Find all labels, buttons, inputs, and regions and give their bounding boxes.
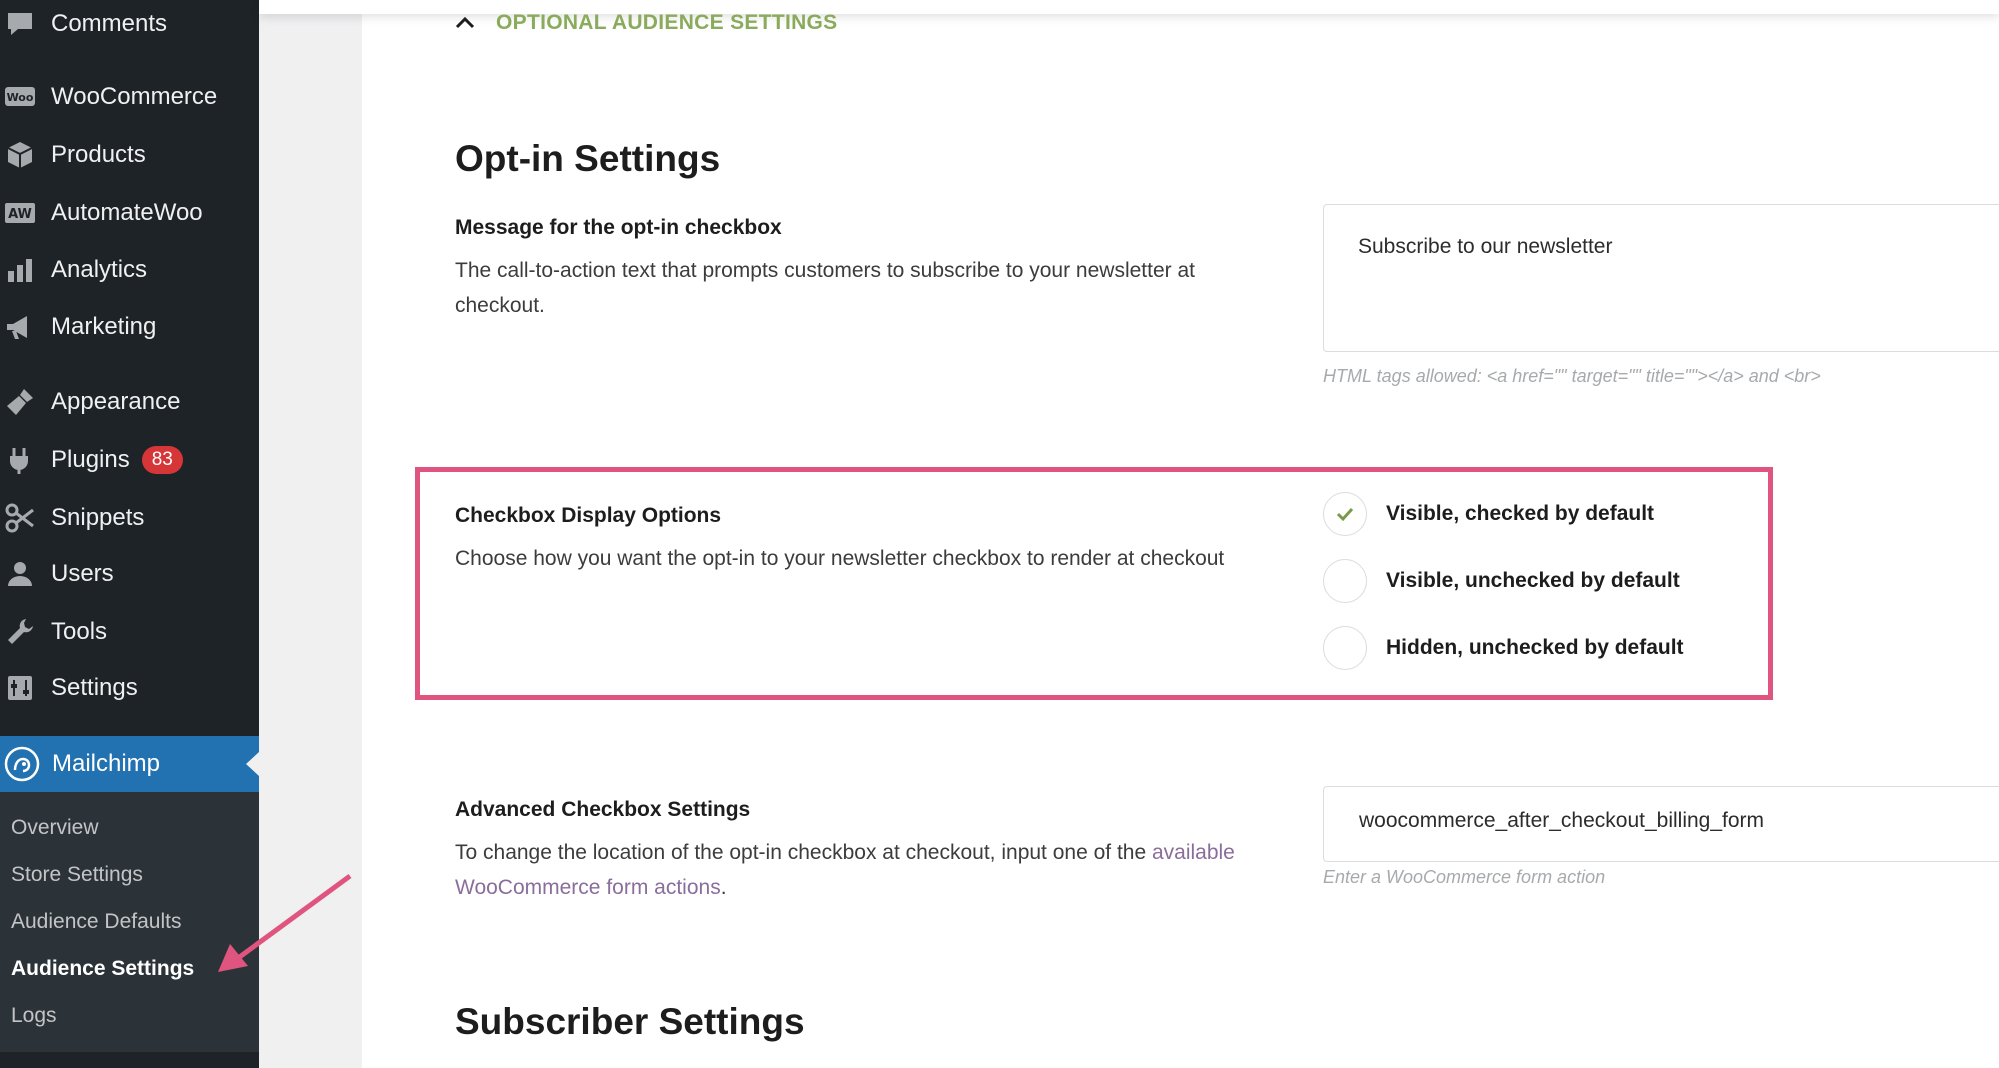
display-option-label: Hidden, unchecked by default [1386,636,1684,659]
automatewoo-icon: AW [3,196,37,230]
checkbox-display-description: Choose how you want the opt-in to your n… [455,547,1225,570]
sidebar-item-marketing[interactable]: Marketing [0,303,259,351]
sidebar-item-mailchimp[interactable]: Mailchimp [0,736,259,792]
sidebar-item-label: Comments [51,10,168,37]
form-action-hint: Enter a WooCommerce form action [1323,867,1606,887]
sidebar-item-analytics[interactable]: Analytics [0,246,259,294]
optin-message-textarea[interactable]: Subscribe to our newsletter [1323,204,1999,352]
radio-button[interactable] [1323,559,1367,603]
snippets-icon [3,501,37,535]
sidebar-item-label: Appearance [51,388,181,415]
sidebar-item-label: Snippets [51,504,145,531]
woocommerce-icon: Woo [3,80,37,114]
sidebar-item-users[interactable]: Users [0,550,259,598]
checkbox-display-label: Checkbox Display Options [455,504,722,527]
submenu-item-audience-settings[interactable]: Audience Settings [11,957,194,981]
submenu-item-store-settings[interactable]: Store Settings [11,863,143,887]
sidebar-item-snippets[interactable]: Snippets [0,494,259,542]
radio-button-selected[interactable] [1323,492,1367,536]
sidebar-item-label: Marketing [51,313,157,340]
optional-audience-settings-toggle[interactable]: OPTIONAL AUDIENCE SETTINGS [452,10,838,36]
sidebar-item-products[interactable]: Products [0,131,259,179]
comments-icon [3,7,37,41]
automatewoo-icon-text: AW [8,207,32,222]
sidebar-item-woocommerce[interactable]: Woo WooCommerce [0,73,259,121]
sidebar-item-comments[interactable]: Comments [0,0,259,48]
optin-message-label: Message for the opt-in checkbox [455,216,782,239]
tools-icon [3,615,37,649]
display-option-visible-unchecked[interactable]: Visible, unchecked by default [1323,559,1680,603]
submenu-item-logs[interactable]: Logs [11,1004,57,1028]
radio-button[interactable] [1323,626,1367,670]
analytics-icon [3,253,37,287]
sidebar-item-label: Mailchimp [52,750,161,777]
optin-settings-heading: Opt-in Settings [455,138,721,179]
advanced-checkbox-label: Advanced Checkbox Settings [455,798,751,821]
plugins-icon [3,443,37,477]
sidebar-item-label: Tools [51,618,108,645]
advanced-checkbox-description: To change the location of the opt-in che… [455,835,1285,905]
sidebar-item-label: WooCommerce [51,83,218,110]
display-option-hidden-unchecked[interactable]: Hidden, unchecked by default [1323,626,1684,670]
mailchimp-icon [4,746,40,782]
submenu-item-audience-defaults[interactable]: Audience Defaults [11,910,181,934]
active-menu-notch [246,752,259,776]
sidebar-item-label: Plugins [51,446,130,473]
sidebar-item-label: Users [51,560,114,587]
users-icon [3,557,37,591]
sidebar-item-label: Settings [51,674,138,701]
sidebar-item-settings[interactable]: Settings [0,664,259,712]
chevron-up-icon [455,16,475,29]
display-option-visible-checked[interactable]: Visible, checked by default [1323,492,1654,536]
subscriber-settings-heading: Subscriber Settings [455,1001,805,1042]
sidebar-item-appearance[interactable]: Appearance [0,378,259,426]
settings-icon [3,671,37,705]
optin-message-description: The call-to-action text that prompts cus… [455,259,1195,317]
display-option-label: Visible, checked by default [1386,502,1655,525]
section-toggle-label: OPTIONAL AUDIENCE SETTINGS [496,11,838,34]
appearance-icon [3,385,37,419]
plugins-update-badge: 83 [141,446,183,474]
advanced-desc-text: To change the location of the opt-in che… [455,841,1152,864]
sidebar-item-tools[interactable]: Tools [0,608,259,656]
sidebar-item-plugins[interactable]: Plugins 83 [0,436,259,484]
form-action-input[interactable]: woocommerce_after_checkout_billing_form [1323,786,1999,862]
marketing-icon [3,310,37,344]
checkmark-icon [1336,507,1354,522]
sidebar-item-label: Analytics [51,256,148,283]
sidebar-item-automatewoo[interactable]: AW AutomateWoo [0,189,259,237]
woocommerce-icon-text: Woo [7,91,34,104]
optin-message-hint: HTML tags allowed: <a href="" target="" … [1323,366,1821,386]
pointer-arrow-annotation [218,873,352,972]
display-option-label: Visible, unchecked by default [1386,569,1680,592]
submenu-item-overview[interactable]: Overview [11,816,99,840]
advanced-desc-suffix: . [720,876,727,899]
products-icon [3,138,37,172]
sidebar-item-label: Products [51,141,146,168]
sidebar-item-label: AutomateWoo [51,199,203,226]
